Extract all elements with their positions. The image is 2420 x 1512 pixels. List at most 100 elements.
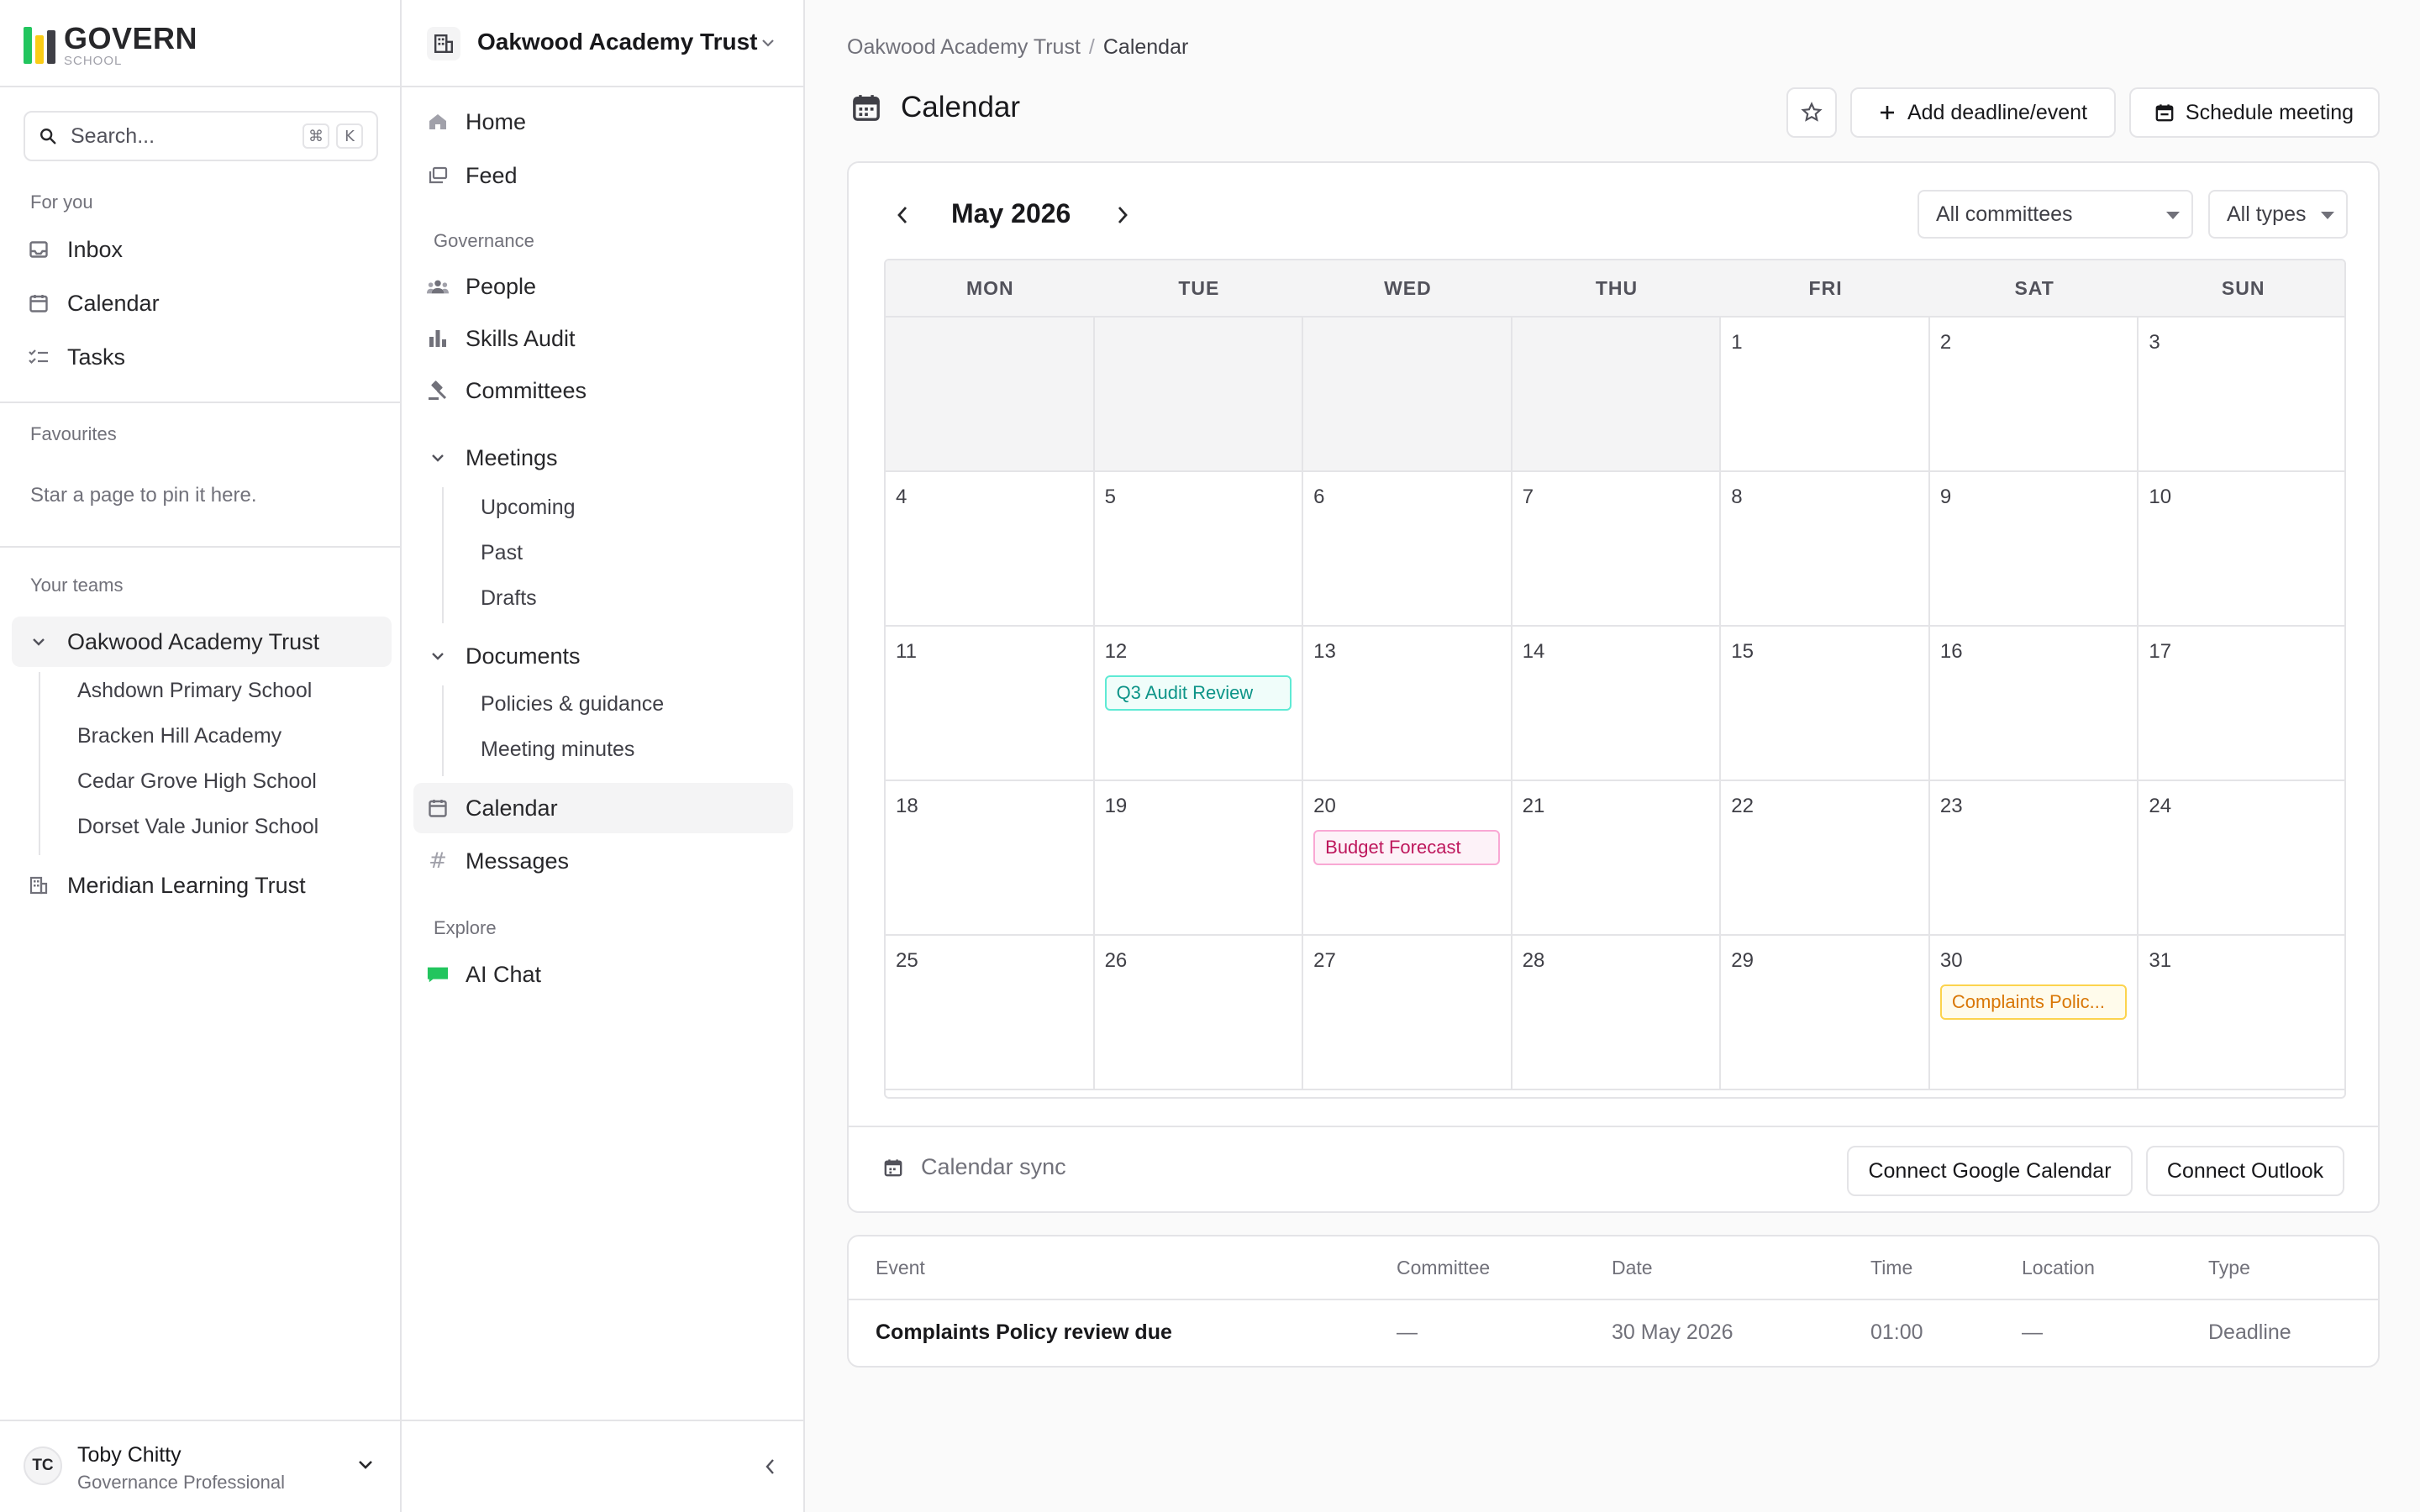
calendar-day-cell[interactable]: 12 Q3 Audit Review <box>1094 627 1304 781</box>
column-header-date[interactable]: Date <box>1612 1257 1653 1279</box>
nav-item-ai-chat[interactable]: AI Chat <box>427 950 541 999</box>
divider <box>849 1299 2378 1300</box>
nav-sub-past[interactable]: Past <box>481 541 523 565</box>
calendar-day-cell[interactable]: 24 <box>2139 781 2344 936</box>
connect-outlook-button[interactable]: Connect Outlook <box>2146 1146 2344 1196</box>
calendar-day-cell[interactable]: 16 <box>1929 627 2139 781</box>
page-header: Calendar <box>852 91 1020 124</box>
calendar-event-pill[interactable]: Complaints Polic... <box>1939 984 2127 1020</box>
divider <box>0 402 400 403</box>
calendar-day-cell[interactable]: 15 <box>1721 627 1930 781</box>
chevron-down-icon[interactable] <box>427 645 449 667</box>
calendar-day-cell[interactable]: 9 <box>1929 472 2139 627</box>
column-header-time[interactable]: Time <box>1870 1257 1912 1279</box>
nav-sub-drafts[interactable]: Drafts <box>481 586 537 611</box>
calendar-day-cell[interactable]: 27 <box>1303 936 1512 1090</box>
calendar-day-cell[interactable]: 6 <box>1303 472 1512 627</box>
day-number: 9 <box>1939 486 1952 508</box>
calendar-day-cell[interactable]: 1 <box>1721 318 1930 472</box>
chevron-down-icon[interactable] <box>427 447 449 469</box>
chevron-down-icon[interactable] <box>358 1460 373 1470</box>
nav-label: Meetings <box>466 444 558 470</box>
column-header-location[interactable]: Location <box>2022 1257 2095 1279</box>
calendar-day-cell[interactable]: 18 <box>886 781 1095 936</box>
add-deadline-button[interactable]: Add deadline/event <box>1850 87 2116 138</box>
calendar-day-cell[interactable]: 28 <box>1512 936 1722 1090</box>
nav-sub-upcoming[interactable]: Upcoming <box>481 496 576 520</box>
schedule-meeting-button[interactable]: Schedule meeting <box>2129 87 2380 138</box>
calendar-day-cell[interactable]: 17 <box>2139 627 2344 781</box>
nav-item-people[interactable]: People <box>427 262 536 311</box>
calendar-day-cell[interactable]: 10 <box>2139 472 2344 627</box>
search-input[interactable]: Search... ⌘ K <box>24 111 378 161</box>
weekday-label: TUE <box>1178 276 1220 299</box>
calendar-day-cell[interactable]: 19 <box>1094 781 1304 936</box>
nav-item-skills-audit[interactable]: Skills Audit <box>427 314 576 363</box>
calendar-day-cell[interactable]: 30 Complaints Polic... <box>1929 936 2139 1090</box>
calendar-day-cell[interactable]: 13 <box>1303 627 1512 781</box>
org-switcher[interactable]: Oakwood Academy Trust <box>477 29 758 55</box>
calendar-day-cell[interactable]: 22 <box>1721 781 1930 936</box>
school-item-ashdown[interactable]: Ashdown Primary School <box>77 679 312 703</box>
team-item-oakwood[interactable]: Oakwood Academy Trust <box>29 617 319 666</box>
chevron-down-icon[interactable] <box>29 632 49 652</box>
next-month-button[interactable] <box>1107 200 1138 230</box>
chevron-down-icon[interactable] <box>761 39 775 47</box>
nav-sub-minutes[interactable]: Meeting minutes <box>481 738 634 762</box>
calendar-day-cell[interactable]: 4 <box>886 472 1095 627</box>
calendar-day-cell[interactable]: 8 <box>1721 472 1930 627</box>
collapse-sidebar-icon[interactable] <box>765 1458 775 1475</box>
calendar-day-cell[interactable]: 2 <box>1929 318 2139 472</box>
sidebar-item-calendar[interactable]: Calendar <box>29 279 160 328</box>
column-header-committee[interactable]: Committee <box>1397 1257 1490 1279</box>
column-header-event[interactable]: Event <box>876 1257 925 1279</box>
nav-sub-policies[interactable]: Policies & guidance <box>481 692 664 717</box>
day-number: 12 <box>1104 640 1128 663</box>
type-filter-select[interactable]: All types <box>2208 190 2348 239</box>
calendar-day-cell[interactable]: 11 <box>886 627 1095 781</box>
caret-down-icon <box>2166 212 2180 219</box>
calendar-event-pill[interactable]: Budget Forecast <box>1313 830 1501 865</box>
building-icon <box>29 875 49 895</box>
committee-filter-select[interactable]: All committees <box>1918 190 2193 239</box>
breadcrumb-item[interactable]: Oakwood Academy Trust <box>847 35 1081 59</box>
calendar-day-cell[interactable]: 7 <box>1512 472 1722 627</box>
prev-month-button[interactable] <box>887 200 918 230</box>
sidebar-item-label: Inbox <box>67 236 124 262</box>
primary-sidebar: GOVERN SCHOOL Search... ⌘ K For you Inbo… <box>0 0 402 1512</box>
team-item-meridian[interactable]: Meridian Learning Trust <box>29 861 306 910</box>
calendar-day-cell[interactable]: 21 <box>1512 781 1722 936</box>
nav-item-feed[interactable]: Feed <box>427 151 518 200</box>
calendar-card: May 2026 All committees All types MON TUE… <box>847 161 2380 1213</box>
cell-event[interactable]: Complaints Policy review due <box>876 1320 1172 1345</box>
calendar-day-cell[interactable]: 23 <box>1929 781 2139 936</box>
calendar-day-cell[interactable]: 29 <box>1721 936 1930 1090</box>
calendar-day-cell[interactable]: 31 <box>2139 936 2344 1090</box>
nav-item-meetings[interactable]: Meetings <box>427 433 558 482</box>
nav-item-committees[interactable]: Committees <box>427 366 587 415</box>
caret-down-icon <box>2321 212 2334 219</box>
sidebar-item-inbox[interactable]: Inbox <box>29 225 123 274</box>
tasks-icon <box>29 347 49 367</box>
column-header-type[interactable]: Type <box>2208 1257 2250 1279</box>
school-item-dorset-vale[interactable]: Dorset Vale Junior School <box>77 815 318 839</box>
nav-item-documents[interactable]: Documents <box>427 632 581 680</box>
sidebar-item-tasks[interactable]: Tasks <box>29 333 125 381</box>
school-item-bracken-hill[interactable]: Bracken Hill Academy <box>77 724 281 748</box>
calendar-day-cell[interactable]: 26 <box>1094 936 1304 1090</box>
nav-item-messages[interactable]: # Messages <box>427 837 569 885</box>
nav-item-home[interactable]: Home <box>427 97 526 146</box>
calendar-day-cell[interactable]: 5 <box>1094 472 1304 627</box>
chevron-left-icon <box>897 207 908 223</box>
calendar-day-cell[interactable]: 25 <box>886 936 1095 1090</box>
calendar-day-cell[interactable]: 20 Budget Forecast <box>1303 781 1512 936</box>
calendar-event-pill[interactable]: Q3 Audit Review <box>1104 675 1292 711</box>
app-logo[interactable]: GOVERN SCHOOL <box>24 24 197 67</box>
calendar-day-cell[interactable]: 3 <box>2139 318 2344 472</box>
calendar-day-cell[interactable]: 14 <box>1512 627 1722 781</box>
user-menu[interactable]: TC Toby Chitty Governance Professional <box>0 1420 400 1512</box>
favourite-button[interactable] <box>1786 87 1837 138</box>
nav-item-calendar[interactable]: Calendar <box>427 784 558 832</box>
school-item-cedar-grove[interactable]: Cedar Grove High School <box>77 769 317 794</box>
connect-google-calendar-button[interactable]: Connect Google Calendar <box>1847 1146 2133 1196</box>
